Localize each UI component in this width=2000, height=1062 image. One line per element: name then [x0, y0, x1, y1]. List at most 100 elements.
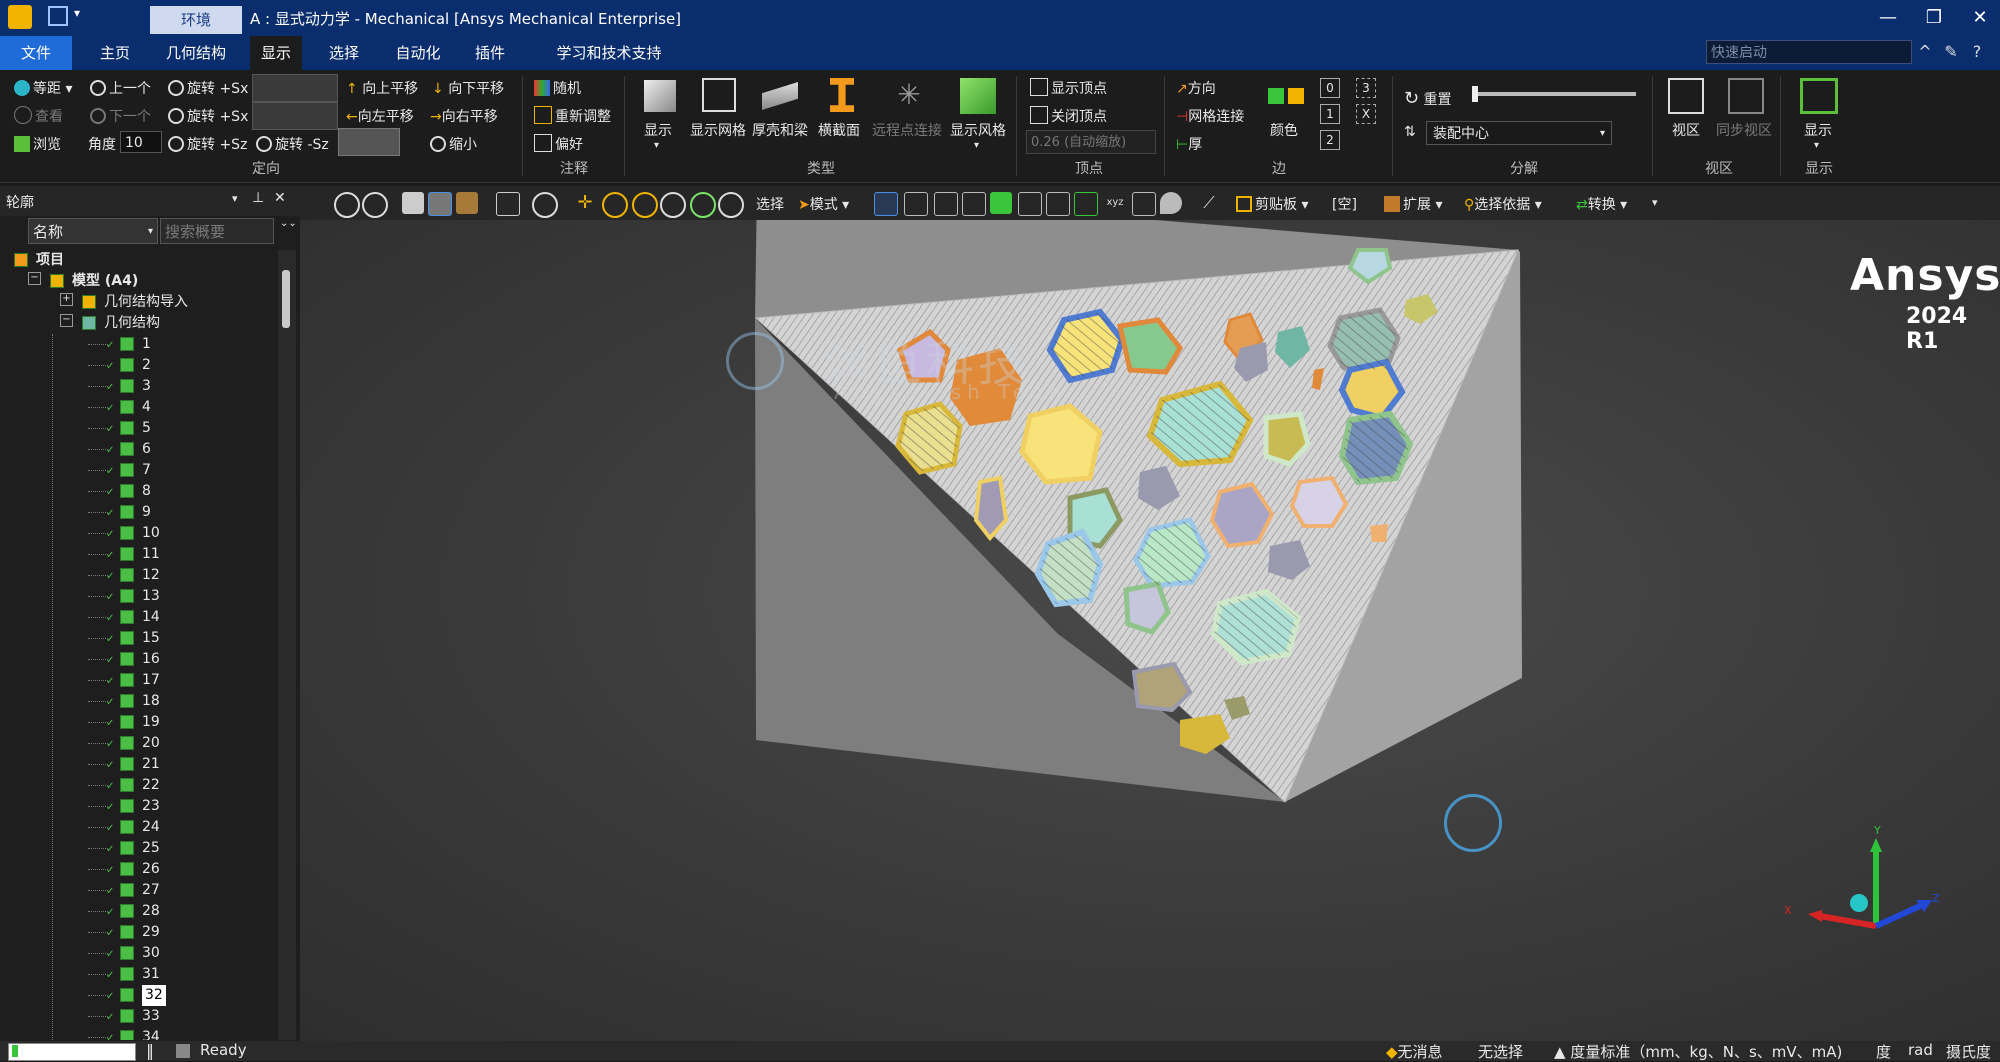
label-icon[interactable] [1132, 192, 1156, 216]
select-element-face-icon[interactable] [1018, 192, 1042, 216]
angle-unit-rad[interactable]: rad [1908, 1041, 1933, 1059]
tree-body-item[interactable]: 34 [142, 1027, 160, 1040]
select-vertex-icon[interactable] [874, 192, 898, 216]
tree-expander-icon[interactable]: + [60, 293, 73, 306]
menu-plugins[interactable]: 插件 [466, 36, 514, 70]
outline-scrollbar-thumb[interactable] [282, 270, 290, 328]
rotate-sx-plus-button-2[interactable]: 旋转 +Sx [168, 106, 248, 126]
tree-body-item[interactable]: 20 [142, 733, 160, 754]
display-button[interactable]: 显示 [1804, 120, 1832, 140]
menu-automation[interactable]: 自动化 [390, 36, 446, 70]
menu-selection[interactable]: 选择 [318, 36, 370, 70]
close-vertices-button[interactable]: 关闭顶点 [1030, 106, 1107, 126]
select-edge-icon[interactable] [904, 192, 928, 216]
zoom-to-fit-icon[interactable] [690, 192, 716, 218]
units-indicator[interactable]: ▲ 度量标准（mm、kg、N、s、mV、mA) [1554, 1041, 1842, 1062]
select-mesh-icon[interactable] [1074, 192, 1098, 216]
quick-access-dropdown-icon[interactable]: ▾ [74, 6, 80, 20]
select-element-icon[interactable] [1046, 192, 1070, 216]
tree-body-item[interactable]: 5 [142, 418, 151, 439]
edge-color-green-swatch[interactable] [1268, 88, 1284, 104]
show-style-button[interactable]: 显示风格 [950, 120, 1006, 140]
tree-body-item[interactable]: 33 [142, 1006, 160, 1027]
tree-body-item[interactable]: 4 [142, 397, 151, 418]
show-cube-icon[interactable] [644, 80, 676, 112]
section-icon[interactable] [456, 192, 478, 214]
mesh-connect-button[interactable]: ⊣网格连接 [1176, 106, 1244, 126]
tree-body-item[interactable]: 7 [142, 460, 151, 481]
graphics-viewport[interactable]: + 渊鱼科技 AbyssFish Tech Ansys 2024 R1 Y X … [300, 220, 2000, 1041]
tree-model[interactable]: 模型 (A4) [72, 271, 138, 292]
shell-beam-button[interactable]: 厚壳和梁 [752, 120, 808, 140]
tree-body-item[interactable]: 11 [142, 544, 160, 565]
random-button[interactable]: 随机 [534, 78, 581, 98]
tree-body-item[interactable]: 12 [142, 565, 160, 586]
tree-body-item[interactable]: 14 [142, 607, 160, 628]
convert-dropdown[interactable]: ⇄转换 ▾ [1576, 194, 1627, 214]
tree-body-item[interactable]: 15 [142, 628, 160, 649]
zoom-out-button[interactable]: 缩小 [430, 134, 477, 154]
show-mesh-button[interactable]: 显示网格 [690, 120, 746, 140]
pause-icon[interactable]: ‖ [146, 1041, 154, 1060]
tree-body-item[interactable]: 27 [142, 880, 160, 901]
tree-body-item[interactable]: 19 [142, 712, 160, 733]
next-view-button[interactable]: 下一个 [90, 106, 151, 126]
tree-body-item[interactable]: 16 [142, 649, 160, 670]
display-layout-icon[interactable] [1800, 78, 1838, 114]
menu-file[interactable]: 文件 [0, 36, 72, 70]
axis-triad[interactable] [1770, 810, 1950, 960]
clipboard-dropdown[interactable]: 剪贴板 ▾ [1236, 194, 1308, 214]
menu-home[interactable]: 主页 [90, 36, 140, 70]
close-icon[interactable]: ✕ [1962, 4, 1998, 32]
tree-body-item[interactable]: 6 [142, 439, 151, 460]
zoom-box-button[interactable] [338, 128, 400, 156]
help-icon[interactable]: ? [1966, 40, 1988, 64]
outline-search-input[interactable]: 搜索概要 [160, 218, 274, 244]
minimize-icon[interactable]: — [1870, 4, 1906, 32]
rotate-mode-button-1[interactable] [252, 74, 338, 102]
search-options-icon[interactable]: ⌄⌄ [280, 218, 297, 229]
tree-body-item[interactable]: 29 [142, 922, 160, 943]
tree-geometry[interactable]: 几何结构 [104, 313, 160, 334]
edge-count-0-button[interactable]: 0 [1320, 78, 1340, 98]
edge-count-2-button[interactable]: 2 [1320, 130, 1340, 150]
clip-icon[interactable] [496, 192, 520, 216]
rotate-sx-plus-button-1[interactable]: 旋转 +Sx [168, 78, 248, 98]
edge-color-yellow-swatch[interactable] [1288, 88, 1304, 104]
tree-body-item[interactable]: 32 [142, 985, 166, 1006]
show-type-button[interactable]: 显示 [644, 120, 672, 140]
comment-icon[interactable] [1160, 192, 1182, 214]
coordinate-icon[interactable]: xyz [1104, 192, 1126, 214]
toolbar-overflow-icon[interactable]: ▾ [1652, 196, 1658, 209]
display-dropdown-icon[interactable]: ▾ [1814, 140, 1819, 151]
rotate-sz-plus-button[interactable]: 旋转 +Sz [168, 134, 247, 154]
angle-input[interactable]: 10 [120, 131, 162, 153]
viewport-button[interactable]: 视区 [1672, 120, 1700, 140]
extend-dropdown[interactable]: 扩展 ▾ [1384, 194, 1442, 214]
app-gear-icon[interactable] [8, 5, 32, 29]
show-style-dropdown-icon[interactable]: ▾ [974, 140, 979, 151]
zoom-fit-icon[interactable] [660, 192, 686, 218]
menu-learning[interactable]: 学习和技术支持 [538, 36, 680, 70]
rotate-sz-minus-button[interactable]: 旋转 -Sz [256, 134, 329, 154]
pan-right-button[interactable]: →向右平移 [430, 106, 498, 126]
tree-body-item[interactable]: 25 [142, 838, 160, 859]
select-by-dropdown[interactable]: ⚲选择依据 ▾ [1464, 194, 1542, 214]
readjust-button[interactable]: 重新调整 [534, 106, 611, 126]
edge-count-1-button[interactable]: 1 [1320, 104, 1340, 124]
edge-count-3-button[interactable]: 3 [1356, 78, 1376, 98]
show-style-icon[interactable] [960, 78, 996, 114]
menu-geometry[interactable]: 几何结构 [160, 36, 232, 70]
tree-body-item[interactable]: 9 [142, 502, 151, 523]
tree-body-item[interactable]: 30 [142, 943, 160, 964]
tree-geometry-import[interactable]: 几何结构导入 [104, 292, 188, 313]
tree-body-item[interactable]: 17 [142, 670, 160, 691]
panel-menu-icon[interactable]: ▾ [232, 192, 238, 205]
explode-center-select[interactable]: 装配中心 ▾ [1426, 121, 1612, 145]
tree-body-item[interactable]: 22 [142, 775, 160, 796]
environment-tab[interactable]: 环境 [150, 6, 242, 34]
prev-view-button[interactable]: 上一个 [90, 78, 151, 98]
rotate-view-icon[interactable] [532, 192, 558, 218]
tree-body-item[interactable]: 1 [142, 334, 151, 355]
menu-display[interactable]: 显示 [250, 36, 302, 70]
